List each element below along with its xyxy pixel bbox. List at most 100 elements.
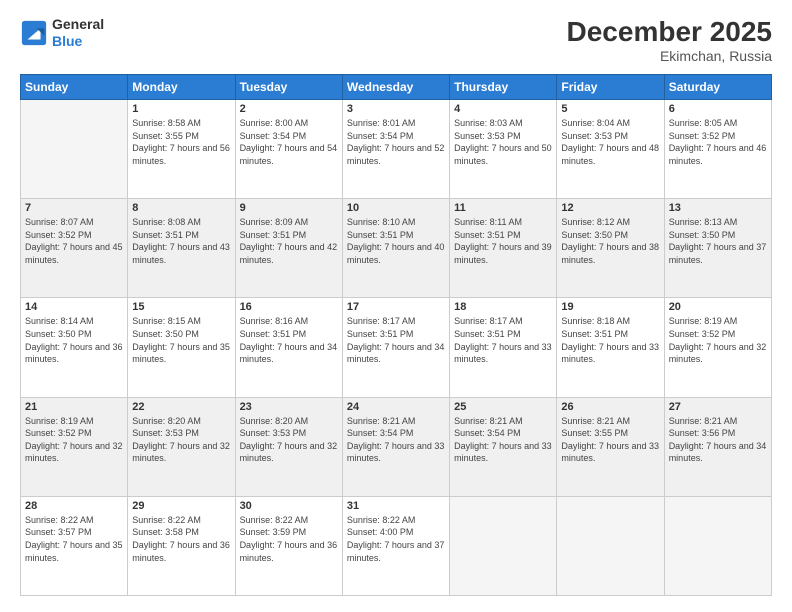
logo-icon xyxy=(20,19,48,47)
calendar-cell: 11 Sunrise: 8:11 AMSunset: 3:51 PMDayligh… xyxy=(450,199,557,298)
calendar-cell: 12 Sunrise: 8:12 AMSunset: 3:50 PMDayligh… xyxy=(557,199,664,298)
day-info: Sunrise: 8:19 AMSunset: 3:52 PMDaylight:… xyxy=(669,315,767,365)
day-number: 11 xyxy=(454,202,552,214)
day-number: 13 xyxy=(669,202,767,214)
calendar-cell: 15 Sunrise: 8:15 AMSunset: 3:50 PMDayligh… xyxy=(128,298,235,397)
title-block: December 2025 Ekimchan, Russia xyxy=(567,16,772,64)
day-number: 28 xyxy=(25,500,123,512)
header-wednesday: Wednesday xyxy=(342,75,449,100)
day-info: Sunrise: 8:17 AMSunset: 3:51 PMDaylight:… xyxy=(347,315,445,365)
calendar: Sunday Monday Tuesday Wednesday Thursday… xyxy=(20,74,772,596)
header-sunday: Sunday xyxy=(21,75,128,100)
day-number: 10 xyxy=(347,202,445,214)
calendar-cell: 28Sunrise: 8:22 AMSunset: 3:57 PMDayligh… xyxy=(21,496,128,595)
day-number: 15 xyxy=(132,301,230,313)
calendar-cell: 8 Sunrise: 8:08 AMSunset: 3:51 PMDaylight… xyxy=(128,199,235,298)
day-number: 1 xyxy=(132,103,230,115)
day-info: Sunrise: 8:12 AMSunset: 3:50 PMDaylight:… xyxy=(561,216,659,266)
calendar-cell: 3 Sunrise: 8:01 AMSunset: 3:54 PMDaylight… xyxy=(342,100,449,199)
calendar-cell xyxy=(450,496,557,595)
day-number: 29 xyxy=(132,500,230,512)
header-saturday: Saturday xyxy=(664,75,771,100)
weekday-header-row: Sunday Monday Tuesday Wednesday Thursday… xyxy=(21,75,772,100)
day-number: 14 xyxy=(25,301,123,313)
day-number: 30 xyxy=(240,500,338,512)
day-number: 18 xyxy=(454,301,552,313)
calendar-cell: 17 Sunrise: 8:17 AMSunset: 3:51 PMDayligh… xyxy=(342,298,449,397)
calendar-cell: 21Sunrise: 8:19 AMSunset: 3:52 PMDayligh… xyxy=(21,397,128,496)
day-info: Sunrise: 8:04 AMSunset: 3:53 PMDaylight:… xyxy=(561,117,659,167)
calendar-cell: 22 Sunrise: 8:20 AMSunset: 3:53 PMDayligh… xyxy=(128,397,235,496)
calendar-week-row: 21Sunrise: 8:19 AMSunset: 3:52 PMDayligh… xyxy=(21,397,772,496)
day-info: Sunrise: 8:58 AMSunset: 3:55 PMDaylight:… xyxy=(132,117,230,167)
day-info: Sunrise: 8:01 AMSunset: 3:54 PMDaylight:… xyxy=(347,117,445,167)
day-info: Sunrise: 8:18 AMSunset: 3:51 PMDaylight:… xyxy=(561,315,659,365)
calendar-cell: 1 Sunrise: 8:58 AMSunset: 3:55 PMDaylight… xyxy=(128,100,235,199)
day-info: Sunrise: 8:20 AMSunset: 3:53 PMDaylight:… xyxy=(132,415,230,465)
day-info: Sunrise: 8:08 AMSunset: 3:51 PMDaylight:… xyxy=(132,216,230,266)
day-info: Sunrise: 8:15 AMSunset: 3:50 PMDaylight:… xyxy=(132,315,230,365)
calendar-cell: 25 Sunrise: 8:21 AMSunset: 3:54 PMDayligh… xyxy=(450,397,557,496)
day-info: Sunrise: 8:22 AMSunset: 3:59 PMDaylight:… xyxy=(240,514,338,564)
header: General Blue December 2025 Ekimchan, Rus… xyxy=(20,16,772,64)
day-number: 22 xyxy=(132,401,230,413)
day-number: 6 xyxy=(669,103,767,115)
calendar-cell: 19 Sunrise: 8:18 AMSunset: 3:51 PMDayligh… xyxy=(557,298,664,397)
page: General Blue December 2025 Ekimchan, Rus… xyxy=(0,0,792,612)
day-info: Sunrise: 8:11 AMSunset: 3:51 PMDaylight:… xyxy=(454,216,552,266)
day-number: 5 xyxy=(561,103,659,115)
calendar-cell: 31 Sunrise: 8:22 AMSunset: 4:00 PMDayligh… xyxy=(342,496,449,595)
header-friday: Friday xyxy=(557,75,664,100)
calendar-cell: 9Sunrise: 8:09 AMSunset: 3:51 PMDaylight… xyxy=(235,199,342,298)
day-info: Sunrise: 8:16 AMSunset: 3:51 PMDaylight:… xyxy=(240,315,338,365)
calendar-cell: 7Sunrise: 8:07 AMSunset: 3:52 PMDaylight… xyxy=(21,199,128,298)
calendar-cell: 18Sunrise: 8:17 AMSunset: 3:51 PMDayligh… xyxy=(450,298,557,397)
calendar-cell: 26Sunrise: 8:21 AMSunset: 3:55 PMDayligh… xyxy=(557,397,664,496)
day-info: Sunrise: 8:00 AMSunset: 3:54 PMDaylight:… xyxy=(240,117,338,167)
day-info: Sunrise: 8:10 AMSunset: 3:51 PMDaylight:… xyxy=(347,216,445,266)
day-number: 31 xyxy=(347,500,445,512)
header-monday: Monday xyxy=(128,75,235,100)
calendar-cell: 6 Sunrise: 8:05 AMSunset: 3:52 PMDaylight… xyxy=(664,100,771,199)
calendar-cell: 2Sunrise: 8:00 AMSunset: 3:54 PMDaylight… xyxy=(235,100,342,199)
day-info: Sunrise: 8:07 AMSunset: 3:52 PMDaylight:… xyxy=(25,216,123,266)
day-number: 19 xyxy=(561,301,659,313)
day-info: Sunrise: 8:21 AMSunset: 3:55 PMDaylight:… xyxy=(561,415,659,465)
calendar-cell xyxy=(21,100,128,199)
day-number: 24 xyxy=(347,401,445,413)
header-tuesday: Tuesday xyxy=(235,75,342,100)
calendar-cell: 20Sunrise: 8:19 AMSunset: 3:52 PMDayligh… xyxy=(664,298,771,397)
calendar-week-row: 14Sunrise: 8:14 AMSunset: 3:50 PMDayligh… xyxy=(21,298,772,397)
calendar-cell xyxy=(664,496,771,595)
day-number: 8 xyxy=(132,202,230,214)
calendar-week-row: 1 Sunrise: 8:58 AMSunset: 3:55 PMDaylight… xyxy=(21,100,772,199)
day-number: 21 xyxy=(25,401,123,413)
calendar-cell: 27 Sunrise: 8:21 AMSunset: 3:56 PMDayligh… xyxy=(664,397,771,496)
calendar-cell: 29Sunrise: 8:22 AMSunset: 3:58 PMDayligh… xyxy=(128,496,235,595)
calendar-cell: 4Sunrise: 8:03 AMSunset: 3:53 PMDaylight… xyxy=(450,100,557,199)
month-title: December 2025 xyxy=(567,16,772,48)
day-info: Sunrise: 8:21 AMSunset: 3:54 PMDaylight:… xyxy=(347,415,445,465)
day-info: Sunrise: 8:21 AMSunset: 3:54 PMDaylight:… xyxy=(454,415,552,465)
calendar-week-row: 28Sunrise: 8:22 AMSunset: 3:57 PMDayligh… xyxy=(21,496,772,595)
location: Ekimchan, Russia xyxy=(567,48,772,64)
day-info: Sunrise: 8:05 AMSunset: 3:52 PMDaylight:… xyxy=(669,117,767,167)
day-info: Sunrise: 8:13 AMSunset: 3:50 PMDaylight:… xyxy=(669,216,767,266)
calendar-cell: 5 Sunrise: 8:04 AMSunset: 3:53 PMDaylight… xyxy=(557,100,664,199)
logo: General Blue xyxy=(20,16,104,50)
calendar-cell: 24 Sunrise: 8:21 AMSunset: 3:54 PMDayligh… xyxy=(342,397,449,496)
calendar-cell: 30 Sunrise: 8:22 AMSunset: 3:59 PMDayligh… xyxy=(235,496,342,595)
day-number: 3 xyxy=(347,103,445,115)
day-number: 17 xyxy=(347,301,445,313)
calendar-week-row: 7Sunrise: 8:07 AMSunset: 3:52 PMDaylight… xyxy=(21,199,772,298)
day-number: 27 xyxy=(669,401,767,413)
day-number: 25 xyxy=(454,401,552,413)
day-info: Sunrise: 8:21 AMSunset: 3:56 PMDaylight:… xyxy=(669,415,767,465)
day-info: Sunrise: 8:20 AMSunset: 3:53 PMDaylight:… xyxy=(240,415,338,465)
day-info: Sunrise: 8:22 AMSunset: 4:00 PMDaylight:… xyxy=(347,514,445,564)
day-number: 16 xyxy=(240,301,338,313)
day-number: 4 xyxy=(454,103,552,115)
day-number: 12 xyxy=(561,202,659,214)
day-number: 23 xyxy=(240,401,338,413)
logo-text: General Blue xyxy=(52,16,104,50)
